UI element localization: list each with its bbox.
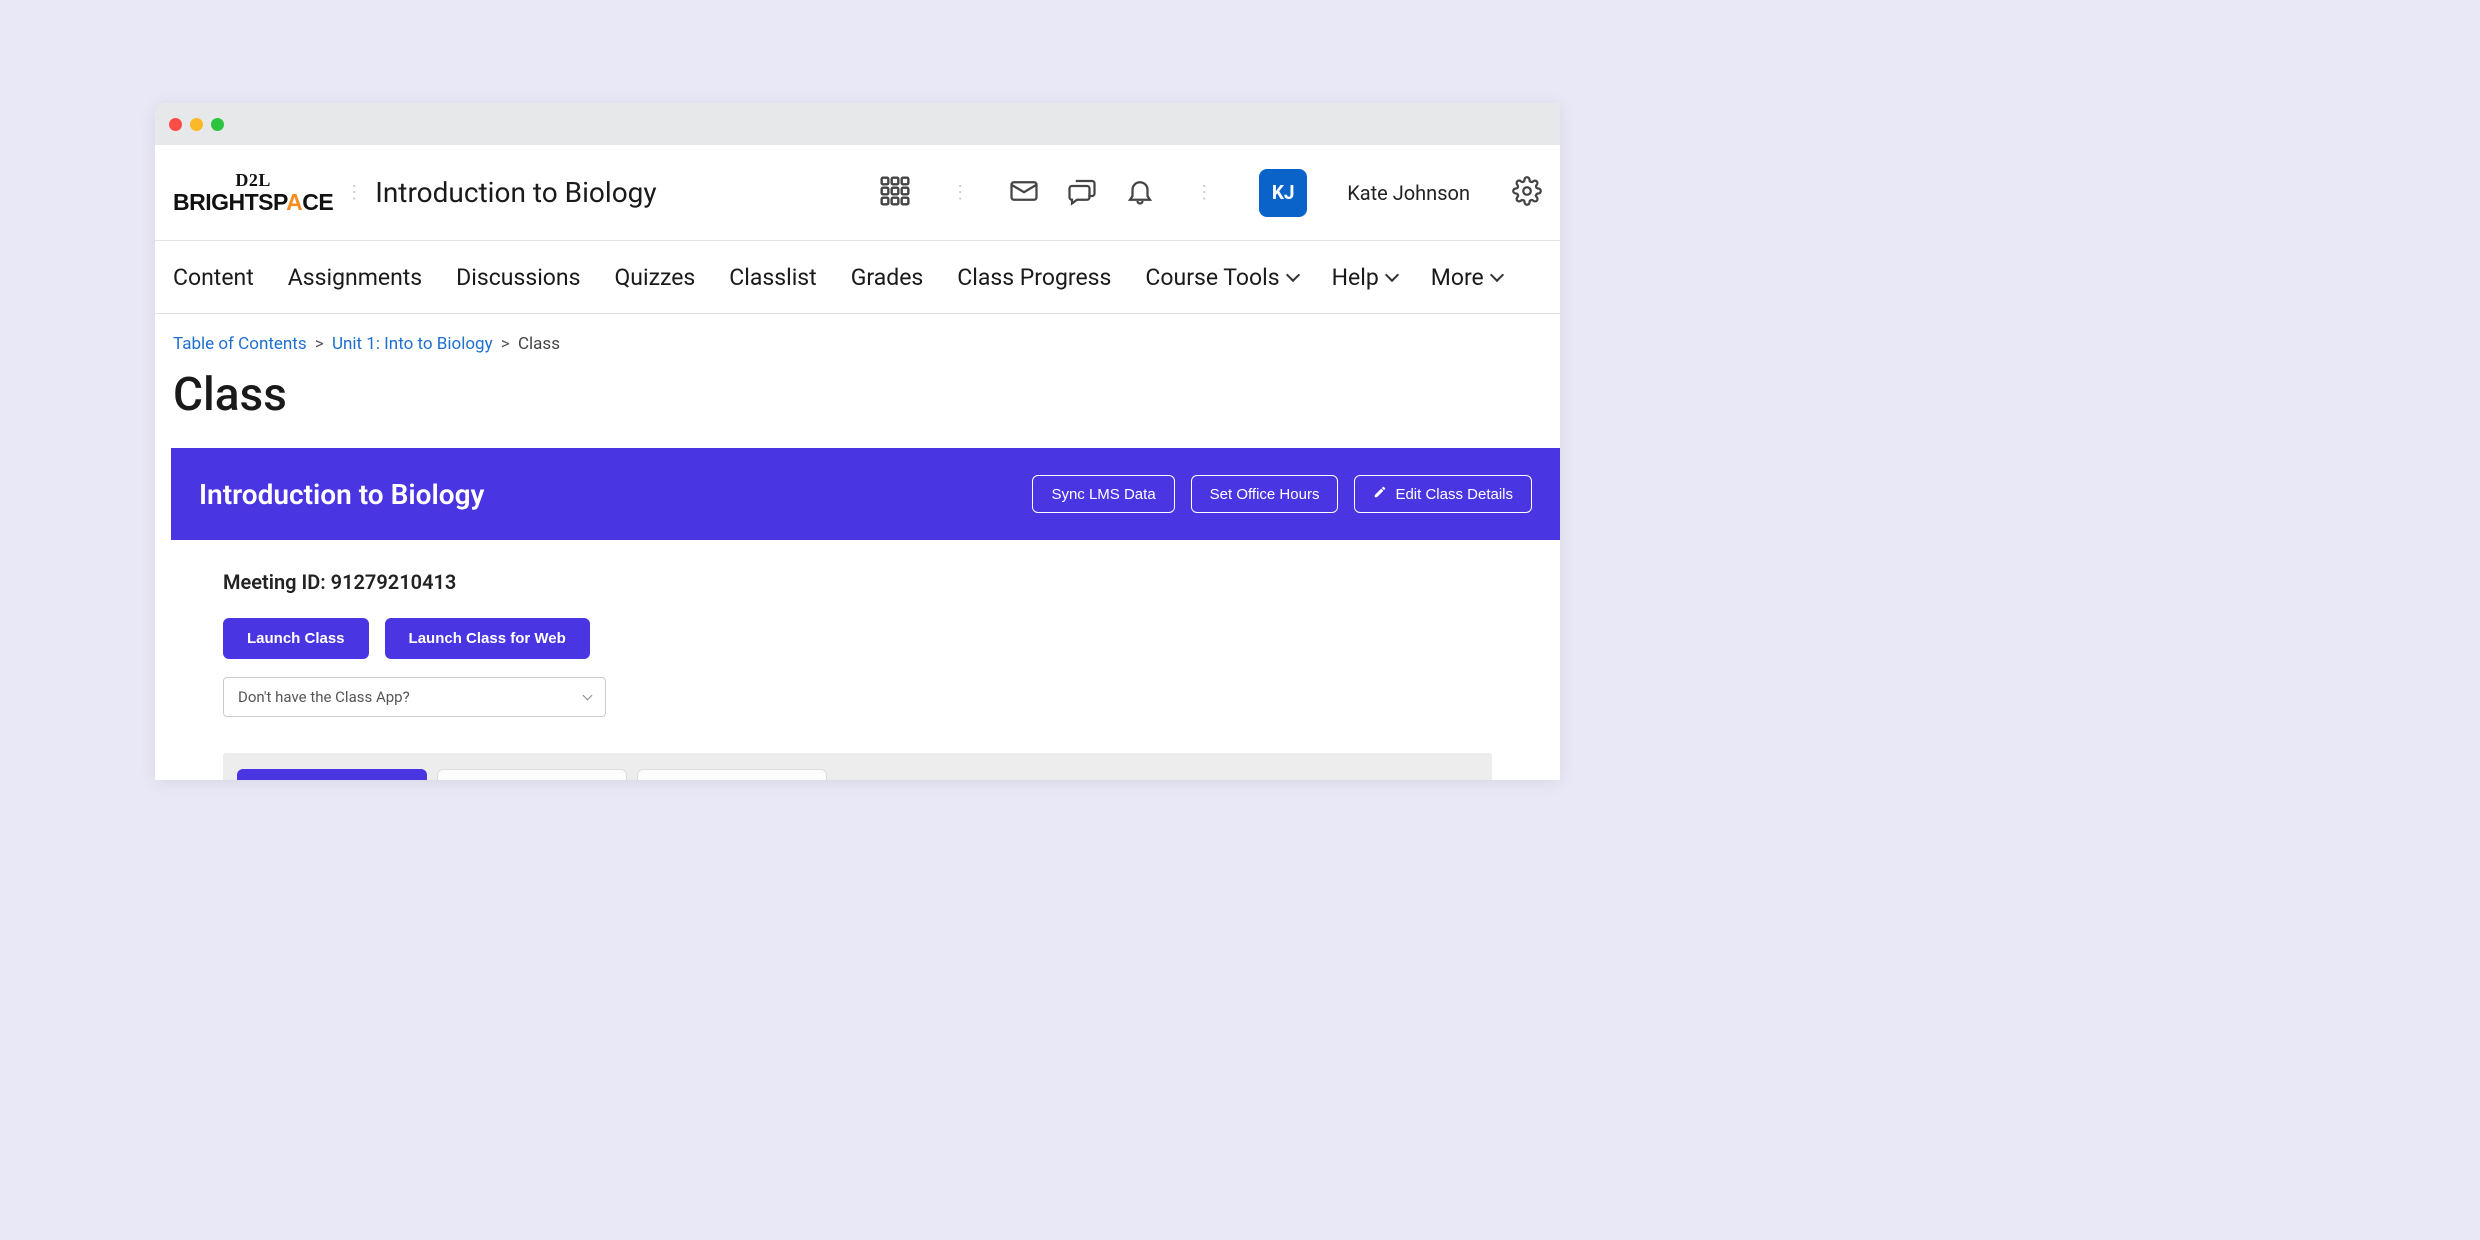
apps-grid-icon[interactable] bbox=[879, 175, 911, 211]
chevron-down-icon bbox=[1385, 268, 1399, 282]
banner-title: Introduction to Biology bbox=[199, 478, 484, 511]
separator-dots-icon: ⋮ bbox=[333, 184, 375, 202]
chevron-down-icon bbox=[1490, 268, 1504, 282]
class-app-dropdown[interactable]: Don't have the Class App? bbox=[223, 677, 606, 717]
nav-discussions[interactable]: Discussions bbox=[456, 264, 580, 291]
course-nav: Content Assignments Discussions Quizzes … bbox=[155, 241, 1560, 314]
nav-classlist[interactable]: Classlist bbox=[729, 264, 816, 291]
course-title: Introduction to Biology bbox=[375, 176, 656, 209]
minimize-window-icon[interactable] bbox=[190, 118, 203, 131]
nav-quizzes[interactable]: Quizzes bbox=[614, 264, 695, 291]
page-title: Class bbox=[173, 368, 1542, 422]
breadcrumb-toc[interactable]: Table of Contents bbox=[173, 334, 307, 354]
nav-class-progress[interactable]: Class Progress bbox=[957, 264, 1111, 291]
notifications-icon[interactable] bbox=[1125, 176, 1155, 210]
tabs-container bbox=[223, 753, 1492, 780]
breadcrumb: Table of Contents > Unit 1: Into to Biol… bbox=[173, 334, 1542, 354]
meeting-id: Meeting ID: 91279210413 bbox=[223, 570, 1492, 594]
brightspace-logo[interactable]: D2L BRIGHTSPACE bbox=[173, 171, 333, 214]
breadcrumb-sep: > bbox=[497, 334, 514, 354]
logo-d2l-text: D2L bbox=[235, 171, 271, 189]
gear-icon[interactable] bbox=[1498, 176, 1542, 210]
dropdown-label: Don't have the Class App? bbox=[238, 688, 410, 706]
nav-assignments[interactable]: Assignments bbox=[288, 264, 422, 291]
breadcrumb-current: Class bbox=[518, 334, 560, 354]
set-office-hours-button[interactable]: Set Office Hours bbox=[1191, 475, 1339, 513]
logo-brightspace-text: BRIGHTSPACE bbox=[173, 191, 333, 214]
chevron-down-icon bbox=[583, 691, 593, 701]
close-window-icon[interactable] bbox=[169, 118, 182, 131]
class-banner: Introduction to Biology Sync LMS Data Se… bbox=[171, 448, 1560, 540]
launch-class-web-button[interactable]: Launch Class for Web bbox=[385, 618, 590, 659]
nav-more[interactable]: More bbox=[1431, 264, 1502, 291]
maximize-window-icon[interactable] bbox=[211, 118, 224, 131]
breadcrumb-sep: > bbox=[311, 334, 328, 354]
pencil-icon bbox=[1373, 485, 1387, 503]
user-name[interactable]: Kate Johnson bbox=[1347, 181, 1470, 205]
messages-icon[interactable] bbox=[1067, 176, 1097, 210]
separator-dots-icon: ⋮ bbox=[1183, 184, 1225, 202]
edit-class-details-button[interactable]: Edit Class Details bbox=[1354, 475, 1532, 513]
window: D2L BRIGHTSPACE ⋮ Introduction to Biolog… bbox=[155, 103, 1560, 780]
tab-inactive[interactable] bbox=[437, 769, 627, 780]
launch-class-button[interactable]: Launch Class bbox=[223, 618, 369, 659]
avatar[interactable]: KJ bbox=[1259, 169, 1307, 217]
nav-course-tools[interactable]: Course Tools bbox=[1145, 264, 1297, 291]
tab-inactive[interactable] bbox=[637, 769, 827, 780]
nav-help[interactable]: Help bbox=[1332, 264, 1397, 291]
nav-grades[interactable]: Grades bbox=[851, 264, 924, 291]
chevron-down-icon bbox=[1286, 268, 1300, 282]
separator-dots-icon: ⋮ bbox=[939, 184, 981, 202]
top-bar: D2L BRIGHTSPACE ⋮ Introduction to Biolog… bbox=[155, 145, 1560, 241]
nav-content[interactable]: Content bbox=[173, 264, 254, 291]
edit-class-details-label: Edit Class Details bbox=[1395, 486, 1513, 503]
mail-icon[interactable] bbox=[1009, 176, 1039, 210]
window-titlebar bbox=[155, 103, 1560, 145]
tab-active[interactable] bbox=[237, 769, 427, 780]
sync-lms-button[interactable]: Sync LMS Data bbox=[1032, 475, 1174, 513]
breadcrumb-unit[interactable]: Unit 1: Into to Biology bbox=[332, 334, 493, 354]
